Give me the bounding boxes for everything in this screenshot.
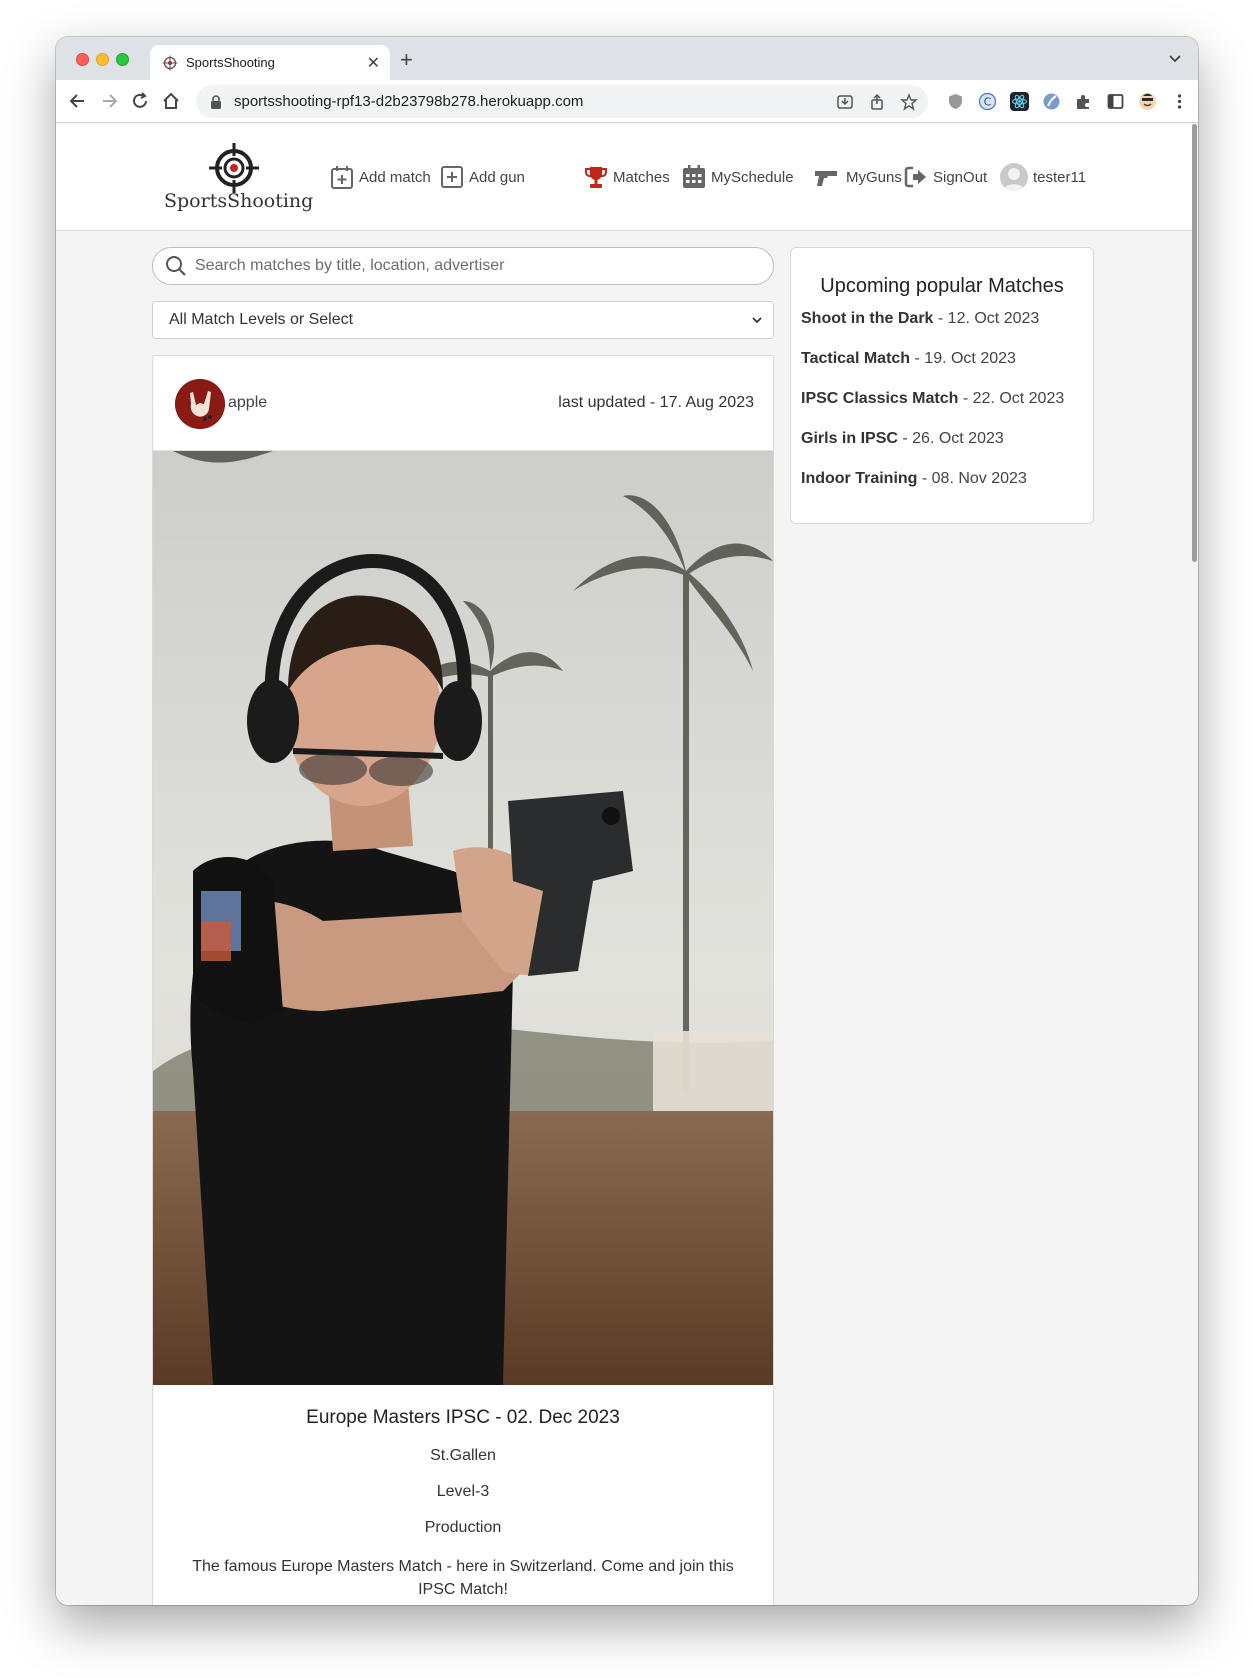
home-icon[interactable] (161, 91, 181, 111)
match-division: Production (424, 1519, 502, 1536)
upcoming-matches-panel: Upcoming popular Matches Shoot in the Da… (790, 247, 1094, 524)
upcoming-match-date: - 26. Oct 2023 (897, 430, 1004, 447)
user-silhouette-icon (1003, 168, 1025, 191)
upcoming-matches-heading: Upcoming popular Matches (820, 275, 1064, 297)
site-header: SportsShooting Add match Add gun Matches… (56, 124, 1192, 231)
upcoming-match-name: Shoot in the Dark (801, 310, 934, 327)
upcoming-match-date: - 08. Nov 2023 (917, 470, 1027, 487)
upcoming-match-item[interactable]: IPSC Classics Match - 22. Oct 2023 (801, 389, 1093, 429)
advertiser-avatar[interactable] (175, 379, 225, 429)
url-text: sportsshooting-rpf13-d2b23798b278.heroku… (234, 93, 584, 110)
address-bar[interactable]: sportsshooting-rpf13-d2b23798b278.heroku… (196, 85, 928, 118)
tab-title: SportsShooting (186, 55, 275, 70)
tab-strip: SportsShooting ✕ + (56, 37, 1198, 80)
upcoming-match-item[interactable]: Tactical Match - 19. Oct 2023 (801, 349, 1093, 389)
match-details: Europe Masters IPSC - 02. Dec 2023 St.Ga… (153, 1386, 773, 1601)
browser-window: SportsShooting ✕ + sportsshooting-rpf13-… (56, 37, 1198, 1605)
web-page: SportsShooting Add match Add gun Matches… (56, 124, 1198, 1605)
match-level-selected: All Match Levels or Select (169, 311, 354, 328)
upcoming-match-date: - 19. Oct 2023 (910, 350, 1016, 367)
upcoming-match-name: IPSC Classics Match (801, 390, 959, 407)
browser-tab[interactable]: SportsShooting ✕ (150, 45, 390, 80)
crosshair-icon (162, 55, 178, 70)
match-card: apple last updated - 17. Aug 2023 Europe… (152, 355, 774, 1605)
nav-myguns[interactable]: MyGuns (811, 162, 902, 192)
lock-icon (211, 94, 221, 109)
reload-icon[interactable] (130, 91, 150, 111)
nav-add-match[interactable]: Add match (330, 162, 431, 192)
nav-user-label: tester11 (1033, 168, 1087, 186)
nav-add-gun-label: Add gun (469, 168, 525, 186)
nav-add-match-label: Add match (359, 168, 431, 186)
forward-arrow-icon[interactable] (99, 91, 119, 111)
match-level-select[interactable]: All Match Levels or Select (152, 301, 774, 339)
match-card-header: apple last updated - 17. Aug 2023 (153, 356, 773, 451)
trophy-icon (585, 167, 607, 188)
profile-avatar-icon[interactable] (1138, 92, 1157, 111)
sign-out-icon (904, 166, 926, 188)
nav-myschedule-label: MySchedule (711, 168, 794, 186)
brand-name: SportsShooting (164, 190, 314, 212)
chevron-down-icon[interactable] (1168, 51, 1182, 65)
nav-signout[interactable]: SignOut (904, 162, 987, 192)
globe-extension-icon[interactable] (1042, 92, 1061, 111)
nav-signout-label: SignOut (933, 168, 988, 186)
puzzle-icon[interactable] (1074, 92, 1093, 111)
chevron-down-icon (752, 317, 762, 324)
match-search-box[interactable] (152, 247, 774, 285)
nav-matches-label: Matches (613, 168, 670, 186)
browser-toolbar: sportsshooting-rpf13-d2b23798b278.heroku… (56, 80, 1198, 123)
upcoming-matches-list: Shoot in the Dark - 12. Oct 2023 Tactica… (791, 309, 1093, 509)
star-icon[interactable] (900, 93, 918, 111)
shield-extension-icon[interactable] (946, 92, 965, 111)
nav-myschedule[interactable]: MySchedule (682, 162, 794, 192)
c-extension-icon[interactable]: C (978, 92, 997, 111)
match-location: St.Gallen (430, 1447, 496, 1464)
user-avatar (1000, 163, 1028, 191)
advertiser-name[interactable]: apple (228, 394, 267, 412)
close-tab-icon[interactable]: ✕ (367, 53, 380, 73)
upcoming-match-name: Girls in IPSC (801, 430, 898, 447)
nav-user-profile[interactable]: tester11 (1000, 162, 1086, 192)
nav-add-gun[interactable]: Add gun (440, 162, 525, 192)
svg-text:C: C (984, 96, 992, 109)
more-options-icon[interactable] (1170, 92, 1189, 111)
last-updated: last updated - 17. Aug 2023 (558, 394, 754, 411)
minimize-window-button[interactable] (96, 53, 109, 66)
rock-hand-icon (175, 379, 225, 429)
calendar-grid-icon (683, 165, 705, 188)
share-icon[interactable] (868, 93, 886, 111)
calendar-plus-icon (331, 166, 353, 189)
square-plus-icon (441, 166, 463, 188)
maximize-window-button[interactable] (116, 53, 129, 66)
match-photo (153, 451, 773, 1385)
shooter-photo (153, 451, 773, 1385)
scrollbar-thumb[interactable] (1192, 124, 1197, 562)
nav-myguns-label: MyGuns (846, 168, 902, 186)
search-input[interactable] (195, 257, 773, 275)
nav-matches[interactable]: Matches (584, 162, 670, 192)
page-scrollbar[interactable] (1192, 124, 1198, 1605)
back-arrow-icon[interactable] (68, 91, 88, 111)
upcoming-match-item[interactable]: Girls in IPSC - 26. Oct 2023 (801, 429, 1093, 469)
match-title[interactable]: Europe Masters IPSC - 02. Dec 2023 (153, 1407, 773, 1429)
match-description: The famous Europe Masters Match - here i… (192, 1558, 734, 1598)
new-tab-button[interactable]: + (400, 47, 413, 73)
react-devtools-icon[interactable] (1010, 92, 1029, 111)
upcoming-match-name: Tactical Match (801, 350, 911, 367)
install-icon[interactable] (836, 93, 854, 111)
pistol-icon (815, 171, 837, 186)
search-icon (166, 256, 186, 276)
upcoming-match-name: Indoor Training (801, 470, 918, 487)
upcoming-match-date: - 22. Oct 2023 (958, 390, 1065, 407)
close-window-button[interactable] (76, 53, 89, 66)
upcoming-match-item[interactable]: Shoot in the Dark - 12. Oct 2023 (801, 309, 1093, 349)
sidebar-panel-icon[interactable] (1106, 92, 1125, 111)
brand-logo[interactable]: SportsShooting (164, 142, 314, 214)
match-level: Level-3 (436, 1483, 490, 1500)
upcoming-match-date: - 12. Oct 2023 (933, 310, 1040, 327)
upcoming-match-item[interactable]: Indoor Training - 08. Nov 2023 (801, 469, 1093, 509)
target-logo-icon (209, 143, 259, 193)
